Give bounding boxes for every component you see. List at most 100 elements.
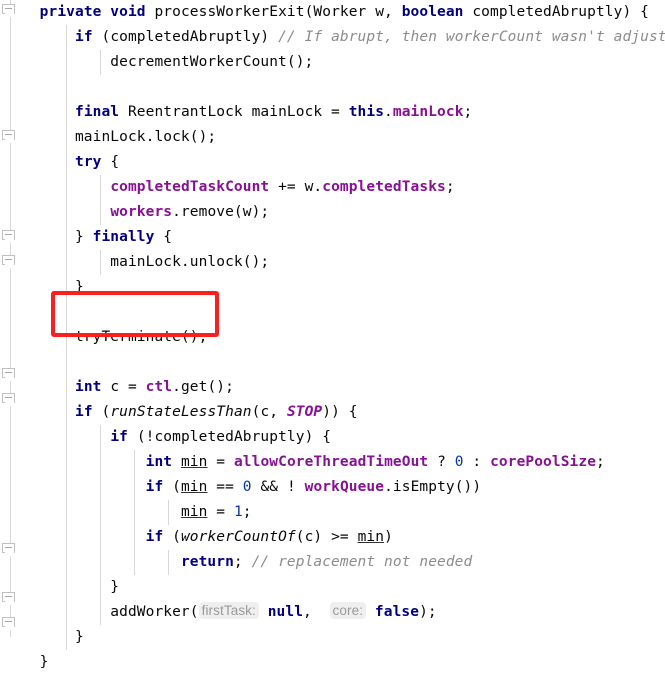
code-line-text: workers.remove(w); [22, 200, 269, 225]
code-line[interactable]: workers.remove(w); [22, 200, 665, 225]
code-line-text: decrementWorkerCount(); [22, 50, 313, 75]
code-line[interactable]: if (completedAbruptly) // If abrupt, the… [22, 25, 665, 50]
token-plain: .isEmpty()) [384, 479, 482, 495]
fold-marker-tip [4, 626, 15, 631]
code-line[interactable]: return; // replacement not needed [22, 550, 665, 575]
token-kw: false [374, 604, 420, 620]
fold-marker-box [2, 592, 15, 602]
fold-marker-8-icon[interactable] [2, 617, 19, 634]
code-line[interactable]: final ReentrantLock mainLock = this.main… [22, 100, 665, 125]
code-line[interactable]: if (min == 0 && ! workQueue.isEmpty()) [22, 475, 665, 500]
code-line[interactable]: if (!completedAbruptly) { [22, 425, 665, 450]
token-plain: ; [463, 104, 473, 120]
code-line-text: if (runStateLessThan(c, STOP)) { [22, 400, 358, 425]
token-plain: ( [163, 529, 181, 545]
code-line-text: mainLock.unlock(); [22, 250, 269, 275]
token-plain: )) { [322, 404, 358, 420]
fold-marker-6-icon[interactable] [2, 543, 19, 560]
code-line[interactable]: int min = allowCoreThreadTimeOut ? 0 : c… [22, 450, 665, 475]
code-line-text: if (workerCountOf(c) >= min) [22, 525, 393, 550]
fold-marker-tip [4, 402, 15, 407]
token-plain: (!completedAbruptly) { [127, 429, 332, 445]
token-plain: decrementWorkerCount(); [22, 54, 314, 70]
fold-marker-4-icon[interactable] [2, 368, 19, 385]
code-line-text: private void processWorkerExit(Worker w,… [22, 0, 649, 25]
fold-marker-3-icon[interactable] [2, 255, 19, 272]
code-line[interactable]: min = 1; [22, 500, 665, 525]
code-line[interactable]: private void processWorkerExit(Worker w,… [22, 0, 665, 25]
fold-marker-box [2, 543, 15, 553]
editor-gutter[interactable] [0, 0, 22, 637]
code-line-text: tryTerminate(); [22, 325, 207, 350]
code-line[interactable]: mainLock.lock(); [22, 125, 665, 150]
token-plain: } [22, 229, 93, 245]
indent-guide [66, 75, 67, 100]
token-plain: ; [445, 179, 455, 195]
token-loc: min [180, 454, 208, 470]
fold-marker-minus [5, 259, 12, 260]
code-line[interactable]: tryTerminate(); [22, 325, 665, 350]
code-line-text: if (completedAbruptly) // If abrupt, the… [22, 25, 665, 50]
fold-marker-2-icon[interactable] [2, 230, 19, 247]
token-plain: mainLock.lock(); [22, 129, 217, 145]
code-line[interactable]: if (workerCountOf(c) >= min) [22, 525, 665, 550]
fold-marker-box [2, 368, 15, 378]
code-line[interactable]: } [22, 275, 665, 300]
token-sfld: STOP [286, 404, 323, 420]
fold-marker-minus [5, 8, 12, 9]
token-kw: null [267, 604, 304, 620]
token-loc: min [357, 529, 385, 545]
code-content[interactable]: private void processWorkerExit(Worker w,… [22, 0, 665, 670]
token-plain: , [303, 604, 330, 620]
code-line-text: completedTaskCount += w.completedTasks; [22, 175, 455, 200]
fold-marker-7-icon[interactable] [2, 592, 19, 609]
token-plain: { [154, 229, 173, 245]
token-hint: core: [329, 602, 367, 619]
fold-marker-method-icon[interactable] [2, 4, 19, 21]
code-line[interactable]: mainLock.unlock(); [22, 250, 665, 275]
code-line[interactable]: } [22, 650, 665, 675]
code-line[interactable]: try { [22, 150, 665, 175]
fold-marker-tip [4, 264, 15, 269]
code-line[interactable]: completedTaskCount += w.completedTasks; [22, 175, 665, 200]
fold-marker-box [2, 130, 15, 140]
token-plain: tryTerminate(); [22, 329, 208, 345]
fold-marker-5-icon[interactable] [2, 393, 19, 410]
code-line-text: } [22, 575, 119, 600]
fold-marker-minus [5, 596, 12, 597]
code-line[interactable]: if (runStateLessThan(c, STOP)) { [22, 400, 665, 425]
token-smeth: workerCountOf [180, 529, 296, 545]
token-plain: mainLock.unlock(); [22, 254, 270, 270]
fold-marker-minus [5, 397, 12, 398]
token-fld: workers [110, 204, 173, 220]
token-plain: .get(); [172, 379, 234, 395]
token-plain: && ! [251, 479, 305, 495]
fold-marker-1-icon[interactable] [2, 130, 19, 147]
fold-marker-box [2, 255, 15, 265]
code-line[interactable]: decrementWorkerCount(); [22, 50, 665, 75]
code-line[interactable] [22, 300, 665, 325]
code-line[interactable]: } [22, 625, 665, 650]
fold-marker-tip [4, 239, 15, 244]
token-smeth: runStateLessThan [110, 404, 252, 420]
code-line[interactable] [22, 75, 665, 100]
token-plain: (c) >= [295, 529, 358, 545]
code-line-text: int min = allowCoreThreadTimeOut ? 0 : c… [22, 450, 605, 475]
token-plain: = [207, 454, 234, 470]
code-line-text: if (!completedAbruptly) { [22, 425, 331, 450]
code-line[interactable]: int c = ctl.get(); [22, 375, 665, 400]
token-plain: ( [92, 404, 111, 420]
code-line[interactable]: } finally { [22, 225, 665, 250]
code-line[interactable]: } [22, 575, 665, 600]
code-editor[interactable]: private void processWorkerExit(Worker w,… [0, 0, 665, 670]
code-line[interactable] [22, 350, 665, 375]
token-kw: int [145, 454, 173, 470]
code-line[interactable]: addWorker(firstTask: null, core: false); [22, 600, 665, 625]
